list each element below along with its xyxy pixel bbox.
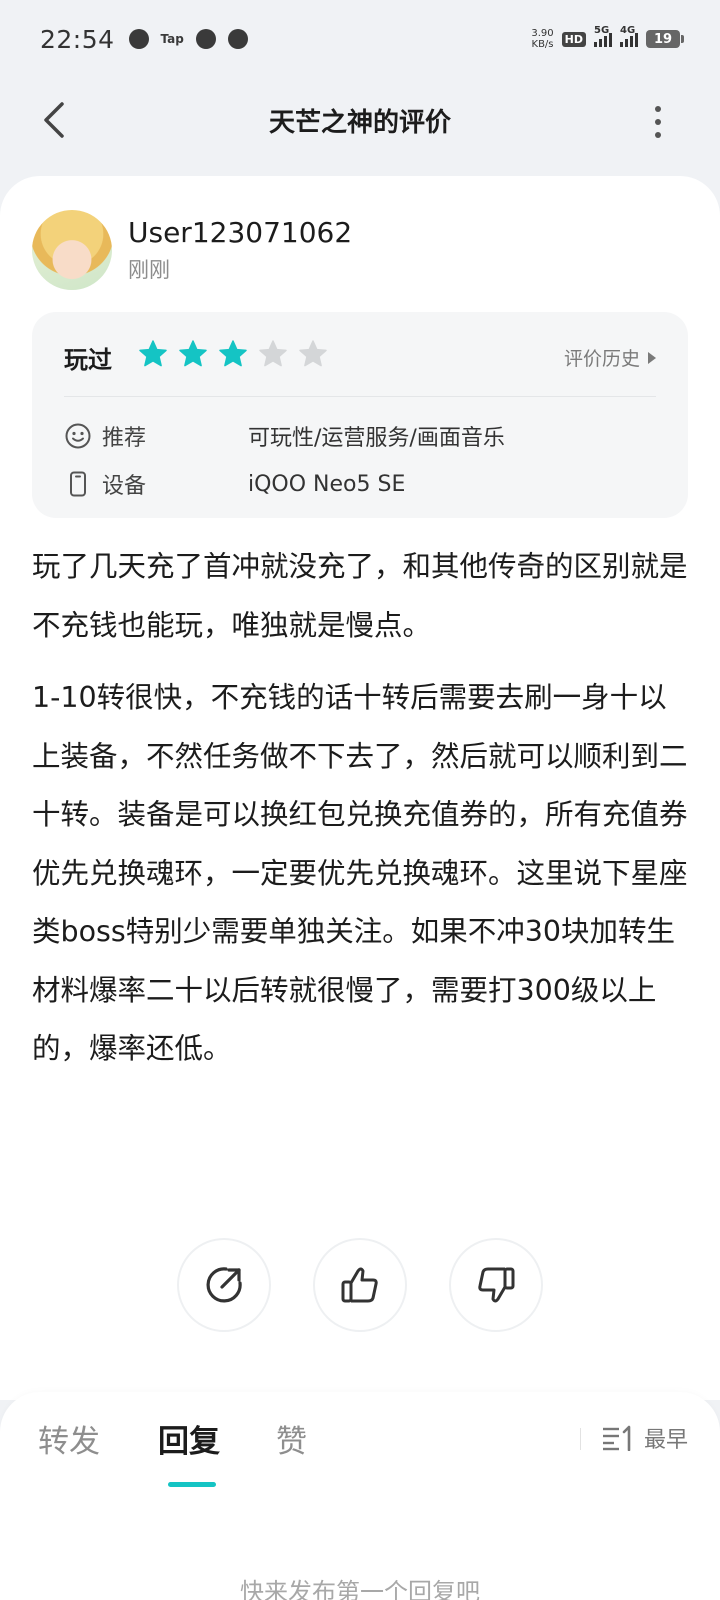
share-button[interactable]: [177, 1238, 271, 1332]
tap-app-icon: Tap: [160, 32, 184, 46]
recommend-label: 推荐: [102, 426, 147, 451]
share-icon: [206, 1267, 242, 1303]
device-label: 设备: [102, 474, 147, 499]
review-history-link[interactable]: 评价历史: [564, 344, 656, 371]
replies-panel: 转发 回复 赞 最早 快来发布第一个回复吧: [0, 1392, 720, 1600]
smile-icon: [65, 423, 91, 449]
tab-indicator: [168, 1482, 216, 1487]
tab-forward[interactable]: 转发: [38, 1416, 100, 1461]
wechat-icon: [195, 29, 216, 49]
device-row: 设备 iQOO Neo5 SE: [64, 468, 405, 500]
triangle-right-icon: [648, 351, 656, 364]
status-bar: 22:54 Tap 3.90 KB/s HD 5G 4G 19: [0, 0, 720, 78]
star-empty-icon: [299, 340, 327, 367]
review-body: 玩了几天充了首冲就没充了，和其他传奇的区别就是不充钱也能玩，唯独就是慢点。 1-…: [32, 538, 688, 1093]
divider: [64, 396, 656, 397]
recommend-value: 可玩性/运营服务/画面音乐: [248, 426, 505, 451]
status-right: 3.90 KB/s HD 5G 4G 19: [531, 25, 684, 50]
star-filled-icon: [139, 340, 167, 367]
sort-label: 最早: [643, 1428, 688, 1453]
star-rating: [138, 339, 328, 369]
sort-icon: [602, 1425, 631, 1451]
signal-5g-icon: 5G: [594, 25, 612, 47]
thumbs-down-icon: [478, 1267, 515, 1303]
star-filled-icon: [179, 340, 207, 367]
review-card: User123071062 刚刚 玩过 评价历史 推荐 可玩性/运营服务/画面音…: [0, 176, 720, 1400]
username[interactable]: User123071062: [128, 216, 352, 249]
network-speed: 3.90 KB/s: [531, 28, 554, 50]
empty-replies-hint: 快来发布第一个回复吧: [240, 1578, 480, 1600]
status-time: 22:54: [40, 24, 115, 54]
post-time: 刚刚: [128, 258, 170, 282]
signal-4g-icon: 4G: [620, 25, 638, 47]
like-button[interactable]: [313, 1238, 407, 1332]
divider: [580, 1428, 581, 1450]
action-buttons: [0, 1238, 720, 1332]
review-paragraph: 1-10转很快，不充钱的话十转后需要去刷一身十以上装备，不然任务做不下去了，然后…: [32, 681, 688, 1065]
nav-bar: 天芒之神的评价: [0, 78, 720, 164]
sort-button[interactable]: 最早: [602, 1422, 688, 1454]
thumbs-up-icon: [341, 1267, 378, 1303]
recommend-row: 推荐 可玩性/运营服务/画面音乐: [64, 420, 505, 452]
review-paragraph: 玩了几天充了首冲就没充了，和其他传奇的区别就是不充钱也能玩，唯独就是慢点。: [32, 550, 688, 642]
star-filled-icon: [219, 340, 247, 367]
message-icon: [227, 29, 248, 49]
tab-like[interactable]: 赞: [276, 1416, 307, 1461]
bear-app-icon: [128, 29, 149, 49]
star-empty-icon: [259, 340, 287, 367]
dislike-button[interactable]: [449, 1238, 543, 1332]
hd-voice-badge: HD: [561, 31, 586, 47]
notification-icons: Tap: [128, 29, 248, 49]
phone-icon: [70, 471, 86, 497]
avatar[interactable]: [32, 210, 112, 290]
rating-box: 玩过 评价历史 推荐 可玩性/运营服务/画面音乐 设备 iQOO Neo5 SE: [32, 312, 688, 518]
page-title: 天芒之神的评价: [268, 108, 451, 138]
played-label: 玩过: [64, 346, 112, 374]
more-vertical-icon[interactable]: [652, 102, 664, 142]
device-value: iQOO Neo5 SE: [248, 471, 406, 497]
tab-reply[interactable]: 回复: [158, 1416, 220, 1461]
battery-icon: 19: [646, 30, 684, 48]
